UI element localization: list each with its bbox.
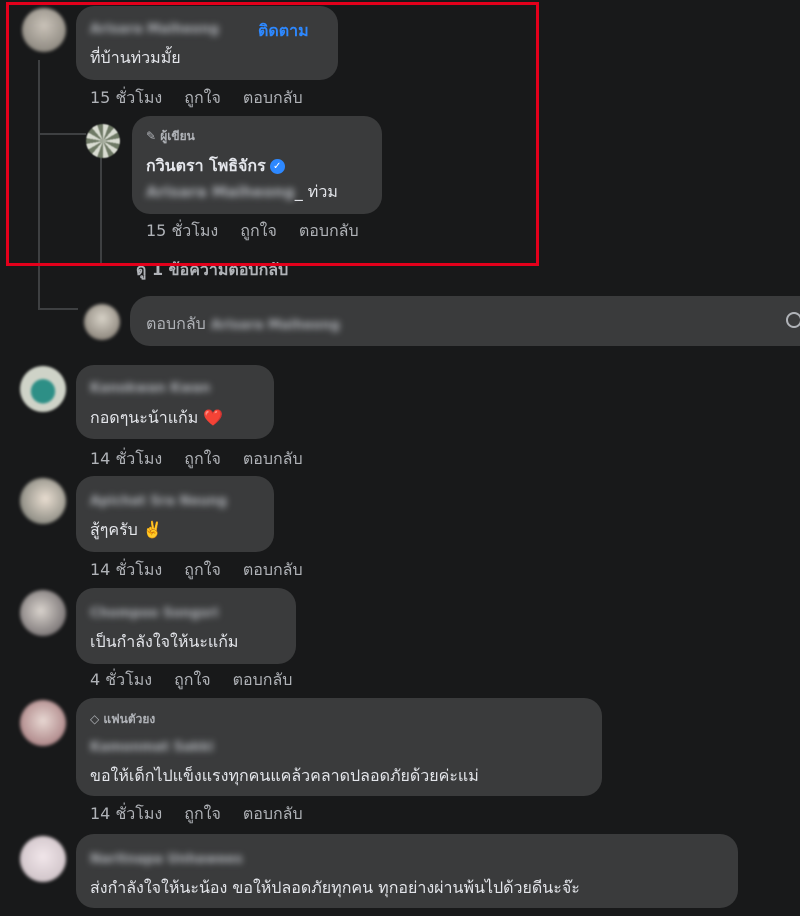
comment-author[interactable]: Naritnapa Unhawees — [90, 848, 243, 867]
like-button[interactable]: ถูกใจ — [184, 558, 221, 583]
fan-badge: ◇ แฟนตัวยง — [90, 712, 156, 726]
avatar[interactable] — [20, 366, 66, 412]
timestamp[interactable]: 14 ชั่วโมง — [90, 802, 162, 827]
diamond-icon: ◇ — [90, 712, 100, 726]
comment-author[interactable]: Chompoo Songsri — [90, 602, 218, 621]
timestamp[interactable]: 14 ชั่วโมง — [90, 558, 162, 583]
like-button[interactable]: ถูกใจ — [174, 668, 211, 693]
avatar[interactable] — [20, 590, 66, 636]
comment-text: สู้ๆครับ ✌️ — [90, 520, 163, 539]
comment-actions: 14 ชั่วโมง ถูกใจ ตอบกลับ — [90, 447, 303, 472]
avatar[interactable] — [20, 478, 66, 524]
highlight-box — [6, 2, 539, 266]
comment-text: กอดๆนะน้าแก้ม ❤️ — [90, 408, 224, 427]
avatar — [84, 304, 120, 340]
comment-actions: 14 ชั่วโมง ถูกใจ ตอบกลับ — [90, 802, 303, 827]
timestamp[interactable]: 4 ชั่วโมง — [90, 668, 152, 693]
like-button[interactable]: ถูกใจ — [184, 447, 221, 472]
like-button[interactable]: ถูกใจ — [184, 802, 221, 827]
avatar[interactable] — [20, 836, 66, 882]
comment-author[interactable]: Apichat Sra Neung — [90, 490, 227, 509]
reply-button[interactable]: ตอบกลับ — [243, 447, 303, 472]
victory-hand-icon: ✌️ — [142, 520, 163, 539]
avatar[interactable] — [20, 700, 66, 746]
timestamp[interactable]: 14 ชั่วโมง — [90, 447, 162, 472]
comment-author[interactable]: Kamonmat Sakki — [90, 736, 214, 755]
thread-connector — [38, 308, 78, 310]
reply-button[interactable]: ตอบกลับ — [233, 668, 293, 693]
heart-icon: ❤️ — [203, 408, 224, 427]
comment-text: ขอให้เด็กไปแข็งแรงทุกคนแคล้วคลาดปลอดภัยด… — [90, 766, 479, 785]
emoji-icon[interactable] — [786, 312, 800, 328]
comment-author[interactable]: Kanokwan Kwan — [90, 377, 210, 396]
comment-text: เป็นกำลังใจให้นะแก้ม — [90, 632, 239, 651]
comment-actions: 4 ชั่วโมง ถูกใจ ตอบกลับ — [90, 668, 292, 693]
comment-text: ส่งกำลังใจให้นะน้อง ขอให้ปลอดภัยทุกคน ทุ… — [90, 878, 580, 897]
reply-input-placeholder: ตอบกลับ Arisara Maiheong — [146, 314, 340, 333]
reply-button[interactable]: ตอบกลับ — [243, 802, 303, 827]
comment-actions: 14 ชั่วโมง ถูกใจ ตอบกลับ — [90, 558, 303, 583]
reply-button[interactable]: ตอบกลับ — [243, 558, 303, 583]
